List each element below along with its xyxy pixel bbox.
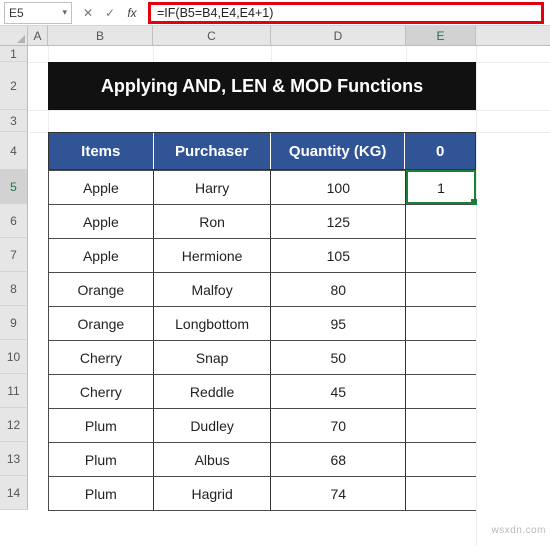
row-header-6[interactable]: 6 — [0, 204, 28, 238]
select-all-corner[interactable] — [0, 26, 28, 46]
cell-extra[interactable] — [406, 341, 476, 374]
table-row[interactable]: CherrySnap50 — [49, 341, 476, 375]
cell-reference: E5 — [9, 6, 62, 20]
table-row[interactable]: PlumHagrid74 — [49, 477, 476, 511]
column-header-d[interactable]: D — [271, 26, 406, 45]
cell-extra[interactable] — [406, 307, 476, 340]
watermark: wsxdn.com — [491, 525, 546, 536]
cell-extra[interactable] — [406, 273, 476, 306]
table-row[interactable]: PlumAlbus68 — [49, 443, 476, 477]
cell-extra[interactable]: 1 — [406, 171, 476, 204]
cell-quantity[interactable]: 100 — [271, 171, 406, 204]
cancel-icon[interactable]: ✕ — [78, 3, 98, 23]
header-items[interactable]: Items — [49, 133, 154, 169]
name-box[interactable]: E5 ▾ — [4, 2, 72, 24]
row-header-3[interactable]: 3 — [0, 110, 28, 132]
page-title: Applying AND, LEN & MOD Functions — [48, 62, 476, 110]
row-headers: 1 2 3 4 5 6 7 8 9 10 11 12 13 14 — [0, 46, 28, 510]
cell-purchaser[interactable]: Dudley — [154, 409, 272, 442]
cell-purchaser[interactable]: Hagrid — [154, 477, 272, 510]
column-header-b[interactable]: B — [48, 26, 153, 45]
cell-items[interactable]: Plum — [49, 443, 154, 476]
row-header-1[interactable]: 1 — [0, 46, 28, 62]
cell-extra[interactable] — [406, 239, 476, 272]
cell-purchaser[interactable]: Malfoy — [154, 273, 272, 306]
title-text: Applying AND, LEN & MOD Functions — [101, 76, 423, 97]
row-header-2[interactable]: 2 — [0, 62, 28, 110]
data-table: Items Purchaser Quantity (KG) 0 AppleHar… — [48, 132, 476, 511]
cell-items[interactable]: Orange — [49, 273, 154, 306]
formula-input[interactable]: =IF(B5=B4,E4,E4+1) — [148, 2, 544, 24]
cell-quantity[interactable]: 125 — [271, 205, 406, 238]
row-header-5[interactable]: 5 — [0, 170, 28, 204]
cell-items[interactable]: Plum — [49, 477, 154, 510]
table-row[interactable]: AppleRon125 — [49, 205, 476, 239]
cell-items[interactable]: Plum — [49, 409, 154, 442]
cell-extra[interactable] — [406, 477, 476, 510]
cell-extra[interactable] — [406, 205, 476, 238]
row-header-4[interactable]: 4 — [0, 132, 28, 170]
cell-purchaser[interactable]: Snap — [154, 341, 272, 374]
column-header-a[interactable]: A — [28, 26, 48, 45]
cell-quantity[interactable]: 74 — [271, 477, 406, 510]
header-extra[interactable]: 0 — [405, 133, 475, 169]
cell-quantity[interactable]: 80 — [271, 273, 406, 306]
formula-text: =IF(B5=B4,E4,E4+1) — [157, 6, 273, 20]
cell-quantity[interactable]: 68 — [271, 443, 406, 476]
cell-quantity[interactable]: 105 — [271, 239, 406, 272]
table-row[interactable]: OrangeMalfoy80 — [49, 273, 476, 307]
row-header-14[interactable]: 14 — [0, 476, 28, 510]
cell-items[interactable]: Apple — [49, 239, 154, 272]
row-header-12[interactable]: 12 — [0, 408, 28, 442]
formula-controls: ✕ ✓ fx — [78, 3, 142, 23]
cell-items[interactable]: Cherry — [49, 375, 154, 408]
cell-extra[interactable] — [406, 443, 476, 476]
cell-extra[interactable] — [406, 409, 476, 442]
table-row[interactable]: AppleHermione105 — [49, 239, 476, 273]
formula-bar: E5 ▾ ✕ ✓ fx =IF(B5=B4,E4,E4+1) — [0, 0, 550, 26]
table-row[interactable]: AppleHarry1001 — [49, 171, 476, 205]
table-body: AppleHarry1001AppleRon125AppleHermione10… — [48, 170, 476, 511]
table-row[interactable]: OrangeLongbottom95 — [49, 307, 476, 341]
row-header-8[interactable]: 8 — [0, 272, 28, 306]
cell-items[interactable]: Apple — [49, 171, 154, 204]
cell-purchaser[interactable]: Harry — [154, 171, 272, 204]
cell-items[interactable]: Apple — [49, 205, 154, 238]
cell-purchaser[interactable]: Albus — [154, 443, 272, 476]
table-header-row: Items Purchaser Quantity (KG) 0 — [48, 132, 476, 170]
cell-quantity[interactable]: 70 — [271, 409, 406, 442]
column-headers: A B C D E — [28, 26, 550, 46]
header-quantity[interactable]: Quantity (KG) — [271, 133, 405, 169]
column-header-c[interactable]: C — [153, 26, 271, 45]
cell-items[interactable]: Orange — [49, 307, 154, 340]
cell-extra[interactable] — [406, 375, 476, 408]
row-header-7[interactable]: 7 — [0, 238, 28, 272]
cell-items[interactable]: Cherry — [49, 341, 154, 374]
cell-quantity[interactable]: 50 — [271, 341, 406, 374]
column-header-e[interactable]: E — [406, 26, 476, 45]
fx-button[interactable]: fx — [122, 3, 142, 23]
name-box-dropdown-icon[interactable]: ▾ — [62, 7, 67, 18]
cell-quantity[interactable]: 95 — [271, 307, 406, 340]
cell-quantity[interactable]: 45 — [271, 375, 406, 408]
row-header-13[interactable]: 13 — [0, 442, 28, 476]
row-header-10[interactable]: 10 — [0, 340, 28, 374]
cell-purchaser[interactable]: Hermione — [154, 239, 272, 272]
row-header-11[interactable]: 11 — [0, 374, 28, 408]
table-row[interactable]: CherryReddle45 — [49, 375, 476, 409]
cell-purchaser[interactable]: Reddle — [154, 375, 272, 408]
cell-purchaser[interactable]: Longbottom — [154, 307, 272, 340]
table-row[interactable]: PlumDudley70 — [49, 409, 476, 443]
row-header-9[interactable]: 9 — [0, 306, 28, 340]
header-purchaser[interactable]: Purchaser — [154, 133, 271, 169]
cell-purchaser[interactable]: Ron — [154, 205, 272, 238]
accept-icon[interactable]: ✓ — [100, 3, 120, 23]
